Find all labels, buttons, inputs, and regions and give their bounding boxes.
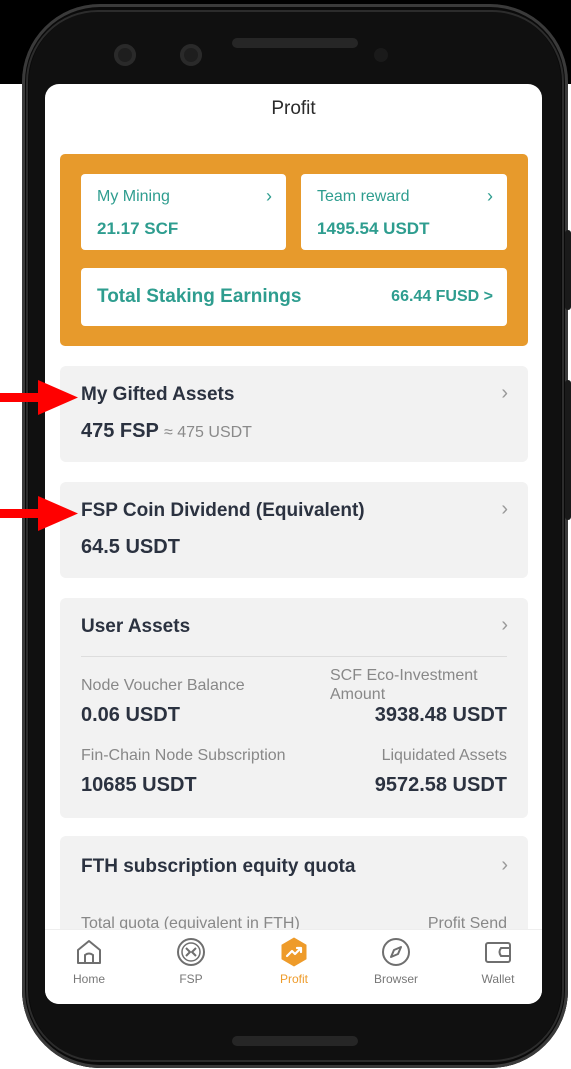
my-mining-value: 21.17 SCF [97,219,179,238]
nav-fsp[interactable]: FSP [155,936,227,996]
chevron-right-icon: › [501,854,508,876]
proximity-sensor [374,48,388,62]
home-icon [77,940,101,964]
wallet-icon [485,942,511,963]
coin-dividend-card[interactable]: FSP Coin Dividend (Equivalent) › 64.5 US… [60,482,528,578]
bottom-navigation: Home FSP Profit Browser Wallet [45,929,542,1004]
team-reward-card[interactable]: Team reward › 1495.54 USDT [301,174,507,250]
fth-quota-title: FTH subscription equity quota [81,856,356,877]
chevron-right-icon: › [501,498,508,520]
my-mining-card[interactable]: My Mining › 21.17 SCF [81,174,286,250]
nav-profit-label: Profit [279,972,308,986]
chevron-right-icon: › [266,186,272,206]
divider [81,656,507,657]
bottom-speaker [232,1036,358,1046]
scf-eco-label-line2: Amount [330,686,386,703]
fsp-icon [177,938,205,966]
earnings-summary-card: My Mining › 21.17 SCF Team reward › 1495… [60,154,528,346]
team-reward-value: 1495.54 USDT [317,219,430,238]
gifted-assets-value-row: 475 FSP ≈ 475 USDT [81,420,252,443]
node-voucher-value: 0.06 USDT [81,704,180,726]
nav-home-label: Home [72,972,105,986]
node-voucher-label: Node Voucher Balance [81,677,245,694]
compass-icon [382,938,410,966]
profit-icon [281,937,307,967]
user-assets-title: User Assets [81,616,191,637]
liquidated-assets-value: 9572.58 USDT [374,774,507,796]
scf-eco-investment-value: 3938.48 USDT [374,704,507,726]
coin-dividend-title: FSP Coin Dividend (Equivalent) [81,500,365,521]
red-arrow-annotation [0,496,78,531]
total-staking-label: Total Staking Earnings [97,286,302,307]
chevron-right-icon: › [501,614,508,636]
gifted-assets-equivalent: ≈ 475 USDT [164,424,252,441]
scf-eco-investment-label: SCF Eco-Investment Amount [330,666,478,704]
gifted-assets-value: 475 FSP [81,420,159,442]
nav-home[interactable]: Home [53,936,125,996]
nav-fsp-label: FSP [179,972,203,986]
scf-eco-label-line1: SCF Eco-Investment [330,667,478,684]
user-assets-card[interactable]: User Assets › Node Voucher Balance 0.06 … [60,598,528,818]
gifted-assets-card[interactable]: My Gifted Assets › 475 FSP ≈ 475 USDT [60,366,528,462]
page-title: Profit [271,98,316,119]
red-arrow-annotation [0,380,78,415]
liquidated-assets-label: Liquidated Assets [381,747,507,764]
team-reward-label: Team reward [317,188,410,205]
earpiece-speaker [232,38,358,48]
coin-dividend-value: 64.5 USDT [81,536,180,558]
front-camera [180,44,202,66]
fin-chain-value: 10685 USDT [81,774,197,796]
nav-wallet[interactable]: Wallet [462,936,534,996]
front-camera [114,44,136,66]
total-staking-value: 66.44 FUSD > [391,288,493,305]
fin-chain-label: Fin-Chain Node Subscription [81,747,286,764]
chevron-right-icon: › [487,186,493,206]
gifted-assets-title: My Gifted Assets [81,384,235,405]
app-screen: Profit My Mining › 21.17 SCF Team reward… [45,84,542,1004]
chevron-right-icon: › [501,382,508,404]
nav-wallet-label: Wallet [481,972,515,986]
total-staking-earnings-row[interactable]: Total Staking Earnings 66.44 FUSD > [81,268,507,326]
nav-browser[interactable]: Browser [360,936,432,996]
nav-profit[interactable]: Profit [258,936,330,996]
my-mining-label: My Mining [97,188,170,205]
nav-browser-label: Browser [373,972,418,986]
phone-side-button [565,380,571,520]
phone-side-button [565,230,571,310]
